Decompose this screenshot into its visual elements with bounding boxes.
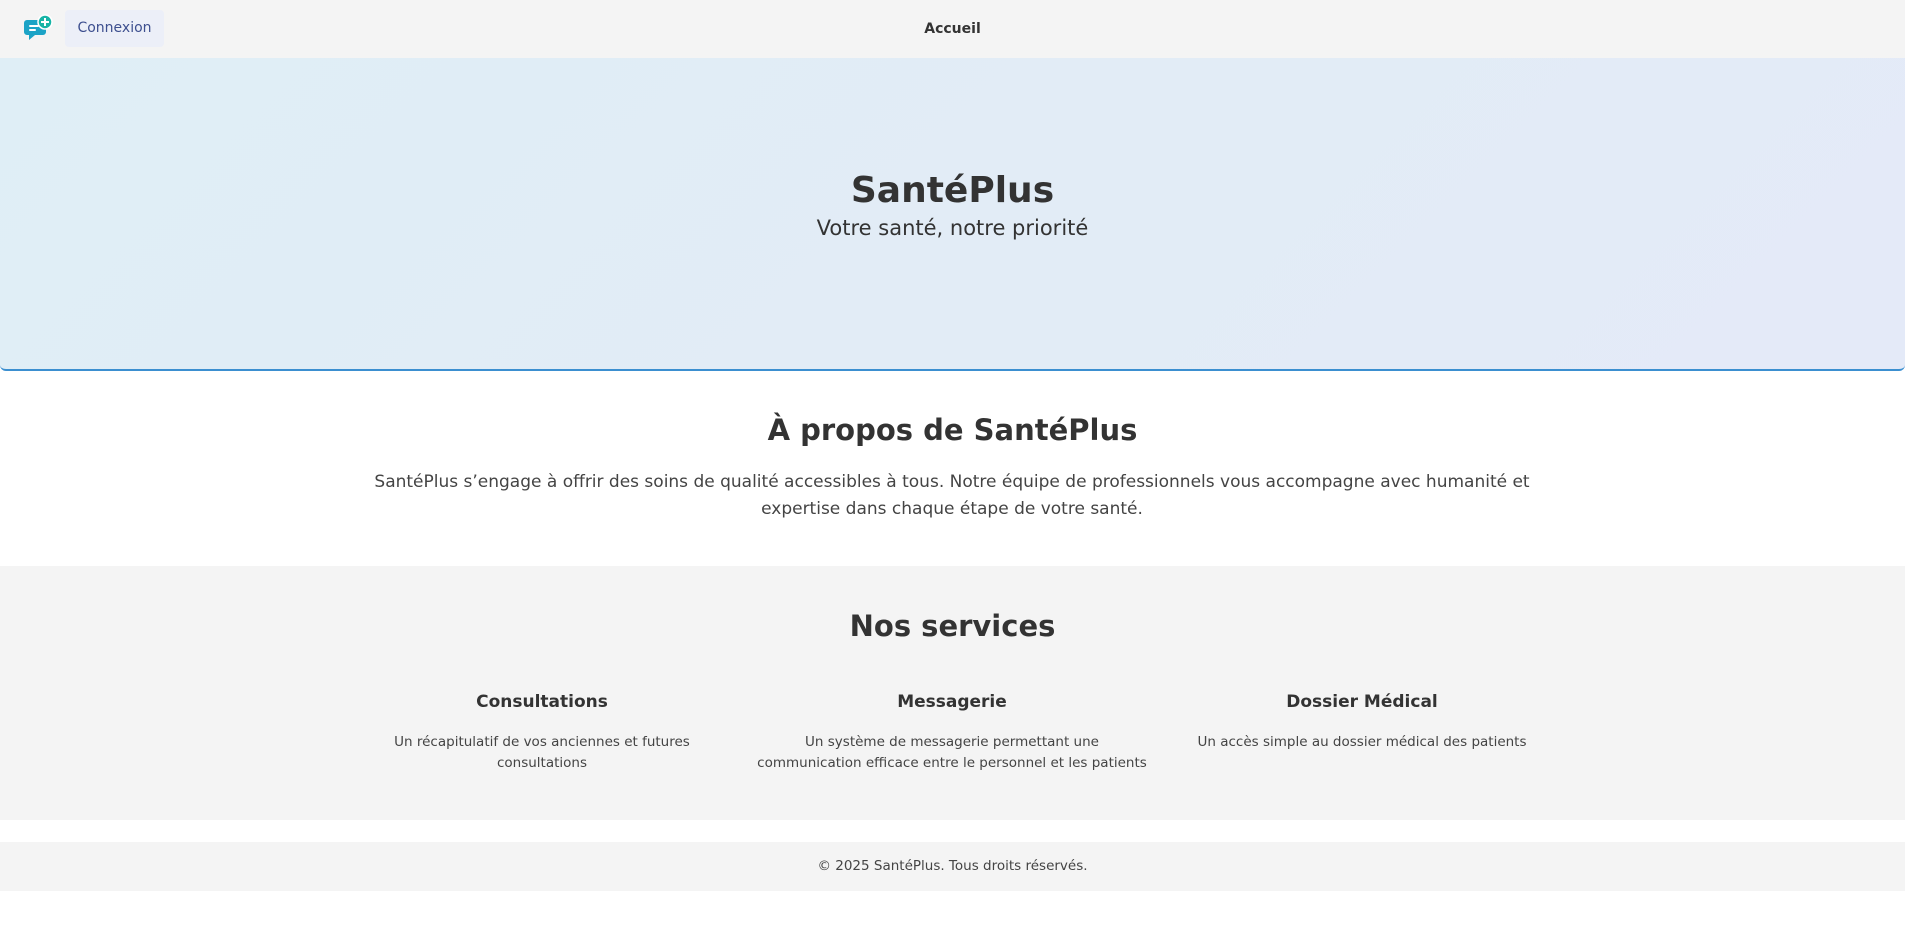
service-title: Dossier Médical (1286, 692, 1438, 712)
nav-home-container: Accueil (0, 0, 1905, 58)
hero-section: SantéPlus Votre santé, notre priorité (0, 58, 1905, 371)
nav-link-home[interactable]: Accueil (924, 21, 981, 37)
about-section: À propos de SantéPlus SantéPlus s’engage… (0, 371, 1905, 566)
login-button[interactable]: Connexion (65, 10, 164, 47)
hero-subtitle: Votre santé, notre priorité (816, 216, 1089, 240)
services-section: Nos services Consultations Un récapitula… (0, 566, 1905, 820)
hero-title: SantéPlus (850, 170, 1055, 211)
about-title: À propos de SantéPlus (767, 413, 1138, 447)
service-description: Un système de messagerie permettant une … (757, 734, 1147, 771)
service-title: Messagerie (897, 692, 1007, 712)
chat-plus-icon[interactable] (24, 14, 54, 44)
service-description: Un récapitulatif de vos anciennes et fut… (394, 734, 690, 771)
service-title: Consultations (476, 692, 608, 712)
top-navbar: Connexion Accueil (0, 0, 1905, 58)
service-card-messagerie: Messagerie Un système de messagerie perm… (757, 692, 1147, 774)
service-description: Un accès simple au dossier médical des p… (1197, 734, 1527, 750)
service-card-dossier-medical: Dossier Médical Un accès simple au dossi… (1167, 692, 1557, 753)
service-card-consultations: Consultations Un récapitulatif de vos an… (347, 692, 737, 774)
services-title: Nos services (849, 609, 1056, 643)
footer: © 2025 SantéPlus. Tous droits réservés. (0, 842, 1905, 891)
about-text: SantéPlus s’engage à offrir des soins de… (374, 472, 1530, 519)
footer-copyright: © 2025 SantéPlus. Tous droits réservés. (817, 858, 1088, 874)
